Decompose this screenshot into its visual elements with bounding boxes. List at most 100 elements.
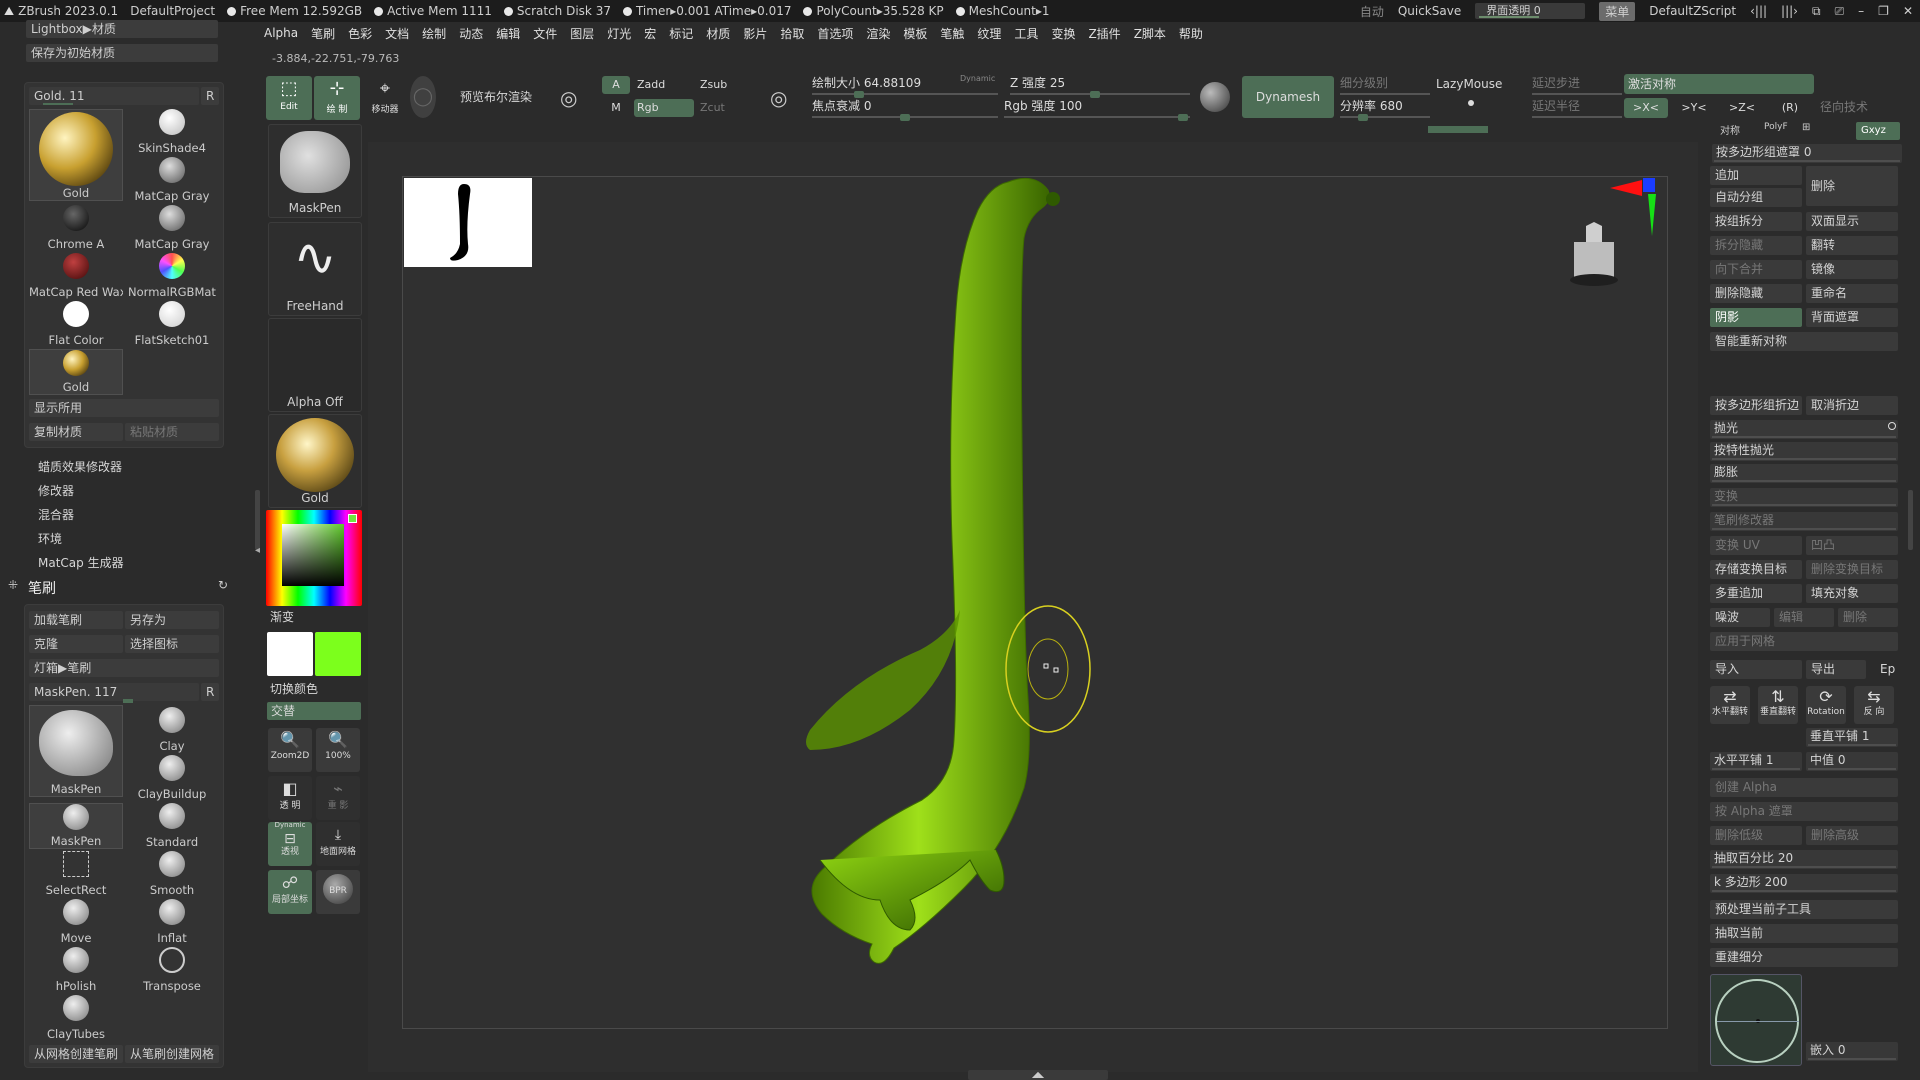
menu-item-11[interactable]: 标记 [669,25,693,42]
material-subpalette-3[interactable]: 环境 [38,527,218,551]
material-subpalette-2[interactable]: 混合器 [38,503,218,527]
lazy-radius-slider[interactable]: 延迟半径 [1532,97,1622,119]
brush-modifier-slider[interactable]: 笔刷修改器 [1710,512,1898,531]
mask-by-polygroup-slider[interactable]: 按多边形组遮罩 0 [1712,144,1902,163]
grid-tab-icon[interactable]: ⊞ [1802,122,1810,133]
mirror-button[interactable]: 镜像 [1806,260,1898,279]
inflate-slider[interactable]: 膨胀 [1710,464,1898,483]
material-subpalette-4[interactable]: MatCap 生成器 [38,551,218,575]
brush-r-button[interactable]: R [201,683,219,701]
tray-collapse-left-icon[interactable]: ◂ [255,545,260,556]
draw-mode-button[interactable]: ⊹ 绘 制 [314,76,360,120]
menu-item-2[interactable]: 色彩 [348,25,372,42]
dynamic-label[interactable]: Dynamic [960,74,995,83]
tray-left-icon[interactable]: ‹||| [1750,4,1767,18]
menu-item-0[interactable]: Alpha [264,26,298,40]
rebuild-subdivision-button[interactable]: 重建细分 [1710,948,1898,967]
material-item[interactable]: Chrome A [29,205,123,251]
material-subpalette-0[interactable]: 蜡质效果修改器 [38,455,218,479]
window-icon[interactable]: ⎚ [1835,4,1845,19]
rgb-intensity-slider[interactable]: Rgb 强度 100 [1004,97,1190,121]
bpr-button[interactable]: BPR [316,870,360,914]
menu-button[interactable]: 菜单 [1599,1,1636,21]
create-mesh-from-brush-button[interactable]: 从笔刷创建网格 [125,1045,219,1063]
load-brush-button[interactable]: 加载笔刷 [29,611,123,629]
primary-color-swatch[interactable] [267,632,313,676]
color-sv-square[interactable] [282,524,344,586]
fill-object-button[interactable]: 填充对象 [1806,584,1898,603]
polish-slider[interactable]: 抛光 [1710,420,1898,439]
camera-cube-icon[interactable] [1560,218,1630,292]
split-groups-button[interactable]: 按组拆分 [1710,212,1802,231]
dynamesh-button[interactable]: Dynamesh [1242,76,1334,118]
material-subpalette-1[interactable]: 修改器 [38,479,218,503]
xyz-button[interactable]: Gxyz [1856,122,1900,140]
drag-handle-icon[interactable]: ⁜ [8,578,18,592]
align-button-2[interactable]: ⟳ Rotation [1806,686,1846,724]
brush-item[interactable]: hPolish [29,947,123,993]
right-tray-scrollbar[interactable] [1908,490,1913,550]
perspective-button[interactable]: Dynamic ⊟ 透视 [268,821,312,866]
deform-slider[interactable]: 变换 [1710,488,1898,507]
minimize-icon[interactable]: – [1858,4,1864,18]
menu-item-9[interactable]: 灯光 [607,25,631,42]
select-icon-button[interactable]: 选择图标 [125,635,219,653]
append-button[interactable]: 追加 [1710,166,1802,185]
move-mode-button[interactable]: ⌖ 移动器 [362,76,408,120]
mid-value-slider[interactable]: 中值 0 [1806,752,1898,771]
color-picker[interactable] [266,510,362,606]
brush-item[interactable]: MaskPen [29,803,123,849]
uncrease-button[interactable]: 取消折边 [1806,396,1898,415]
brush-item[interactable]: ClayBuildup [125,755,219,801]
lazymouse-toggle-icon[interactable] [1468,100,1474,106]
menu-item-22[interactable]: Z插件 [1088,25,1120,42]
lazymouse-button[interactable]: LazyMouse [1436,77,1502,91]
brush-item[interactable]: SelectRect [29,851,123,897]
clone-button[interactable]: 克隆 [29,635,123,653]
alternate-button[interactable]: 交替 [267,702,361,720]
copy-material-button[interactable]: 复制材质 [29,423,123,441]
create-brush-from-mesh-button[interactable]: 从网格创建笔刷 [29,1045,123,1063]
sym-r-button[interactable]: (R) [1768,98,1812,118]
a-button[interactable]: A [602,76,630,94]
menu-item-16[interactable]: 渲染 [866,25,890,42]
brush-item[interactable]: Smooth [125,851,219,897]
polish-toggle-icon[interactable] [1888,422,1896,430]
flip-button[interactable]: 翻转 [1806,236,1898,255]
bump-button[interactable]: 凹凸 [1806,536,1898,555]
project-name[interactable]: DefaultProject [130,4,215,18]
curve-editor[interactable] [1710,974,1802,1066]
multi-append-button[interactable]: 多重追加 [1710,584,1802,603]
polish-by-features-slider[interactable]: 按特性抛光 [1710,442,1898,461]
delete-morph-button[interactable]: 删除变换目标 [1806,560,1898,579]
ghost-button[interactable]: ⌁ 重 影 [316,776,360,820]
store-morph-button[interactable]: 存储变换目标 [1710,560,1802,579]
align-button-0[interactable]: ⇄ 水平翻转 [1710,686,1750,724]
embed-slider[interactable]: 嵌入 0 [1806,1042,1898,1061]
lightbox-material-button[interactable]: Lightbox▶材质 [26,20,218,38]
decimate-percent-slider[interactable]: 抽取百分比 20 [1710,850,1898,869]
material-item[interactable]: MatCap Red Wax [29,253,123,299]
brush-item[interactable]: Clay [125,707,219,753]
menu-item-14[interactable]: 拾取 [780,25,804,42]
brush-item[interactable]: Inflat [125,899,219,945]
menu-item-17[interactable]: 模板 [903,25,927,42]
quicksave-button[interactable]: QuickSave [1398,4,1461,18]
noise-edit-button[interactable]: 编辑 [1774,608,1834,627]
refresh-icon[interactable]: ↻ [218,578,228,592]
brush-item[interactable]: ClayTubes [29,995,123,1041]
brush-item[interactable]: Standard [125,803,219,849]
tray-right-icon[interactable]: |||› [1781,4,1798,18]
menu-item-21[interactable]: 变换 [1051,25,1075,42]
menu-item-12[interactable]: 材质 [706,25,730,42]
preprocess-subtool-button[interactable]: 预处理当前子工具 [1710,900,1898,919]
import-button[interactable]: 导入 [1710,660,1802,679]
transparent-button[interactable]: ◧ 透 明 [268,776,312,820]
floor-grid-button[interactable]: ⤓ 地面网格 [316,822,360,866]
brush-item[interactable]: Transpose [125,947,219,993]
menu-item-6[interactable]: 编辑 [496,25,520,42]
material-item[interactable]: MatCap Gray [125,205,219,251]
k-polygons-slider[interactable]: k 多边形 200 [1710,874,1898,893]
material-item[interactable]: SkinShade4 [125,109,219,155]
local-button[interactable]: ☍ 局部坐标 [268,870,312,914]
